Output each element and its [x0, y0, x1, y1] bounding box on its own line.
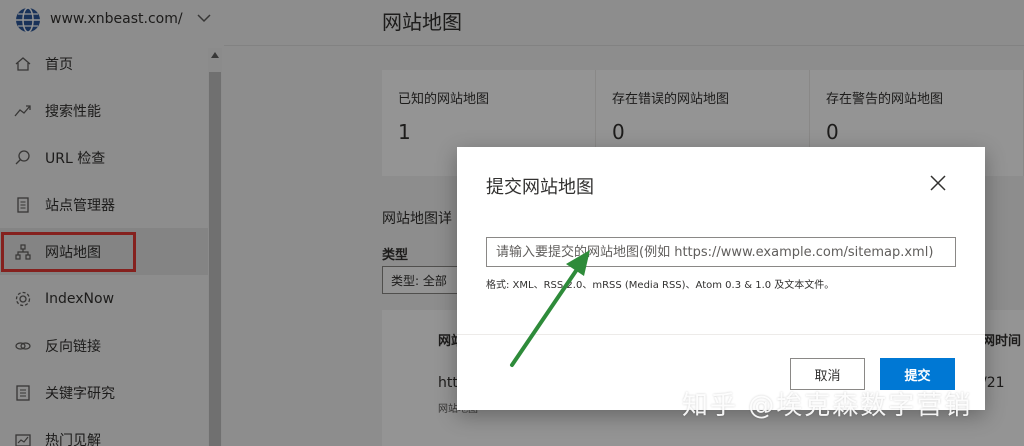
- close-icon[interactable]: [929, 174, 947, 192]
- watermark-text: 知乎 @埃克森数字营销: [682, 391, 973, 421]
- dialog-divider: [457, 334, 985, 335]
- format-hint: 格式: XML、RSS 2.0、mRSS (Media RSS)、Atom 0.…: [486, 280, 835, 291]
- submit-sitemap-dialog: 提交网站地图 格式: XML、RSS 2.0、mRSS (Media RSS)、…: [457, 147, 985, 410]
- dialog-title: 提交网站地图: [486, 177, 594, 198]
- sitemap-url-input[interactable]: [486, 237, 956, 267]
